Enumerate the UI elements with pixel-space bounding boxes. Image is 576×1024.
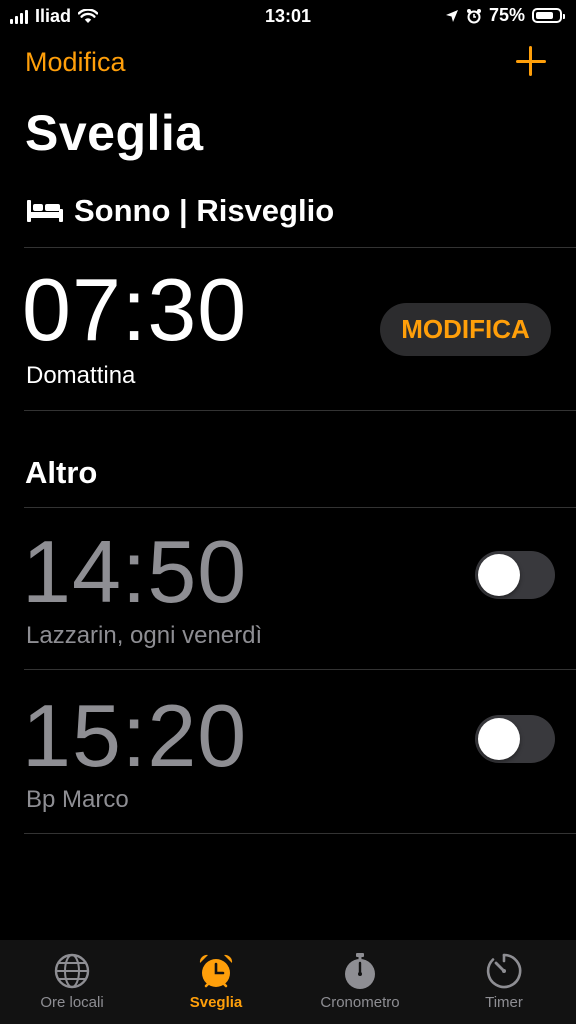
tab-label: Cronometro xyxy=(320,994,400,1011)
sleep-header-label: Sonno | Risveglio xyxy=(74,193,335,228)
tab-label: Sveglia xyxy=(189,994,243,1011)
timer-icon xyxy=(486,953,522,989)
stopwatch-icon xyxy=(345,953,375,989)
tab-timer[interactable]: Timer xyxy=(444,952,564,1011)
edit-button[interactable]: Modifica xyxy=(25,47,126,78)
tab-alarm[interactable]: Sveglia xyxy=(156,952,276,1011)
modify-sleep-button[interactable]: MODIFICA xyxy=(380,303,551,356)
tab-bar: Ore locali Sveglia Cronometro Timer xyxy=(0,940,576,1024)
alarm-toggle[interactable] xyxy=(475,551,555,599)
sleep-header: Sonno | Risveglio xyxy=(26,193,334,229)
location-icon xyxy=(445,9,458,22)
status-right: 75% xyxy=(445,5,565,26)
divider xyxy=(24,669,576,670)
globe-icon xyxy=(54,953,90,989)
tab-world-clock[interactable]: Ore locali xyxy=(12,952,132,1011)
alarm-toggle[interactable] xyxy=(475,715,555,763)
tab-label: Timer xyxy=(485,994,523,1011)
tab-stopwatch[interactable]: Cronometro xyxy=(300,952,420,1011)
alarm-time: 14:50 xyxy=(22,522,248,621)
divider xyxy=(24,410,576,411)
sleep-alarm-time[interactable]: 07:30 xyxy=(22,266,247,354)
toggle-knob xyxy=(478,718,520,760)
plus-icon[interactable] xyxy=(514,44,548,78)
battery-level xyxy=(536,12,553,19)
sleep-alarm-subtitle: Domattina xyxy=(26,362,136,389)
tab-label: Ore locali xyxy=(40,994,104,1011)
page-title: Sveglia xyxy=(25,105,204,161)
divider xyxy=(24,247,576,248)
alarm-clock-icon xyxy=(199,954,233,988)
divider xyxy=(24,833,576,834)
toggle-knob xyxy=(478,554,520,596)
bed-icon xyxy=(27,200,63,222)
alarm-icon xyxy=(466,8,481,23)
battery-icon xyxy=(532,8,565,23)
section-header-other: Altro xyxy=(25,455,98,490)
battery-percentage: 75% xyxy=(488,5,525,25)
status-bar: Iliad 13:01 75% xyxy=(0,0,576,34)
alarm-time: 15:20 xyxy=(22,686,248,785)
alarm-label: Bp Marco xyxy=(26,786,129,813)
divider xyxy=(24,507,576,508)
alarm-label: Lazzarin, ogni venerdì xyxy=(26,622,263,649)
